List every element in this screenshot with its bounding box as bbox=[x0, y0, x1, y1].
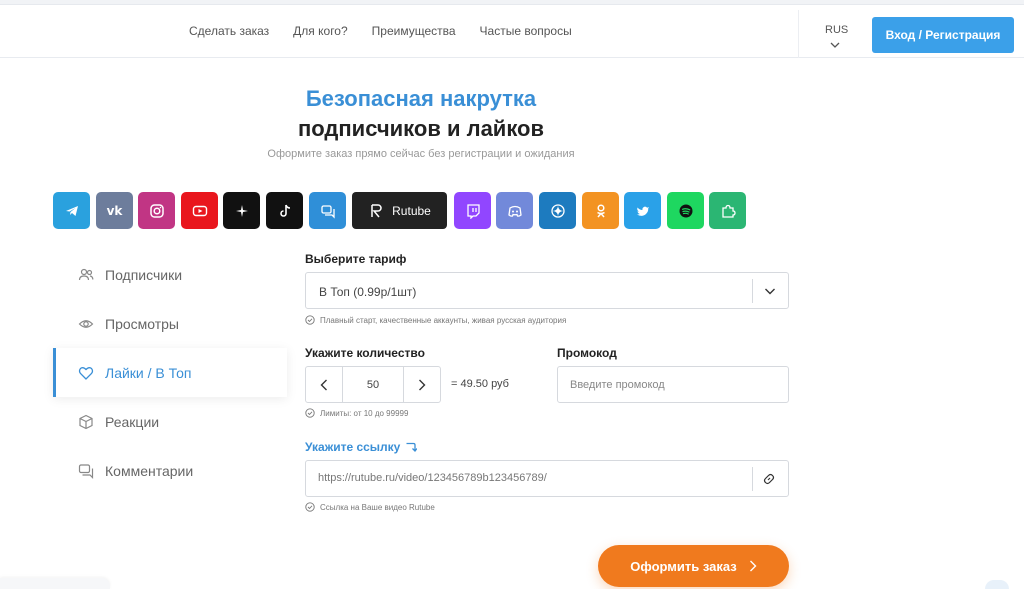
service-sidebar: Подписчики Просмотры Лайки / В Топ Реакц… bbox=[53, 250, 287, 495]
platform-rutube[interactable]: Rutube bbox=[352, 192, 447, 229]
discord-icon bbox=[507, 205, 522, 217]
quantity-hint-text: Лимиты: от 10 до 99999 bbox=[320, 408, 409, 418]
check-circle-icon bbox=[305, 408, 315, 418]
decrement-button[interactable] bbox=[306, 367, 343, 402]
platform-sparkle[interactable] bbox=[223, 192, 260, 229]
sidebar-item-label: Просмотры bbox=[105, 315, 179, 332]
promo-code-input[interactable] bbox=[557, 366, 789, 403]
submit-order-button[interactable]: Оформить заказ bbox=[598, 545, 789, 587]
link-input[interactable]: https://rutube.ru/video/123456789b123456… bbox=[305, 460, 789, 497]
telegram-icon bbox=[65, 205, 78, 216]
language-selector[interactable]: RUS bbox=[825, 24, 848, 36]
sidebar-item-label: Комментарии bbox=[105, 462, 194, 479]
total-price: = 49.50 руб bbox=[451, 378, 509, 390]
sparkle-icon bbox=[235, 204, 248, 217]
chevron-right-icon bbox=[419, 379, 426, 390]
eye-icon bbox=[78, 319, 94, 328]
header-divider bbox=[798, 10, 799, 58]
arrow-down-right-icon bbox=[406, 442, 417, 452]
users-icon bbox=[78, 268, 94, 280]
dzen-icon bbox=[550, 203, 565, 218]
platform-tiktok[interactable] bbox=[266, 192, 303, 229]
sidebar-item-likes[interactable]: Лайки / В Топ bbox=[53, 348, 287, 397]
sidebar-item-label: Подписчики bbox=[105, 266, 183, 283]
platform-telegram[interactable] bbox=[53, 192, 90, 229]
quantity-stepper bbox=[305, 366, 441, 403]
hero-title-line1: Безопасная накрутка bbox=[305, 86, 537, 111]
tariff-hint: Плавный старт, качественные аккаунты, жи… bbox=[305, 315, 566, 325]
link-hint: Ссылка на Ваше видео Rutube bbox=[305, 502, 435, 512]
sidebar-item-views[interactable]: Просмотры bbox=[53, 299, 287, 348]
tariff-hint-text: Плавный старт, качественные аккаунты, жи… bbox=[320, 315, 567, 325]
sidebar-item-reactions[interactable]: Реакции bbox=[53, 397, 287, 446]
select-divider bbox=[752, 279, 753, 303]
submit-order-label: Оформить заказ bbox=[630, 558, 737, 574]
promo-label: Промокод bbox=[557, 346, 617, 360]
sidebar-item-comments[interactable]: Комментарии bbox=[53, 446, 287, 495]
tariff-label: Выберите тариф bbox=[305, 252, 407, 266]
sidebar-item-label: Лайки / В Топ bbox=[105, 364, 192, 381]
nav-item-for-whom[interactable]: Для кого? bbox=[293, 24, 347, 38]
bottom-right-widget[interactable] bbox=[985, 580, 1009, 589]
platform-chat[interactable] bbox=[309, 192, 346, 229]
nav-item-advantages[interactable]: Преимущества bbox=[372, 24, 456, 38]
check-circle-icon bbox=[305, 502, 315, 512]
sidebar-item-subscribers[interactable]: Подписчики bbox=[53, 250, 287, 299]
hero-title-line2: подписчиков и лайков bbox=[297, 116, 545, 141]
quantity-hint: Лимиты: от 10 до 99999 bbox=[305, 408, 408, 418]
site-header: Сделать заказ Для кого? Преимущества Час… bbox=[0, 5, 1024, 58]
platform-dzen[interactable] bbox=[539, 192, 576, 229]
spotify-icon bbox=[679, 204, 692, 217]
tariff-select[interactable]: В Топ (0.99р/1шт) bbox=[305, 272, 789, 309]
link-icon bbox=[763, 473, 775, 485]
odnoklassniki-icon bbox=[596, 203, 605, 217]
platform-odnoklassniki[interactable] bbox=[582, 192, 619, 229]
link-input-value: https://rutube.ru/video/123456789b123456… bbox=[318, 472, 547, 484]
platform-rutube-label: Rutube bbox=[392, 203, 431, 218]
cube-icon bbox=[79, 414, 93, 429]
platform-youtube[interactable] bbox=[181, 192, 218, 229]
link-hint-text: Ссылка на Ваше видео Rutube bbox=[320, 502, 435, 512]
puzzle-icon bbox=[721, 204, 736, 218]
twitch-icon bbox=[466, 203, 480, 219]
vk-icon: vk bbox=[106, 203, 123, 218]
platform-twitter[interactable] bbox=[624, 192, 661, 229]
chevron-down-icon bbox=[765, 288, 775, 295]
link-label: Укажите ссылку bbox=[305, 440, 401, 454]
sidebar-item-label: Реакции bbox=[105, 413, 160, 430]
increment-button[interactable] bbox=[403, 367, 440, 402]
hero-subtitle: Оформите заказ прямо сейчас без регистра… bbox=[267, 148, 575, 160]
tiktok-icon bbox=[279, 204, 290, 217]
nav-item-order[interactable]: Сделать заказ bbox=[189, 24, 269, 38]
link-divider bbox=[752, 467, 753, 491]
twitter-icon bbox=[636, 206, 649, 216]
platform-vk[interactable]: vk bbox=[96, 192, 133, 229]
chevron-down-icon[interactable] bbox=[830, 40, 840, 50]
tariff-selected-value: В Топ (0.99р/1шт) bbox=[319, 285, 417, 299]
bottom-left-widget bbox=[0, 578, 110, 589]
platform-discord[interactable] bbox=[496, 192, 533, 229]
nav-item-faq[interactable]: Частые вопросы bbox=[480, 24, 572, 38]
platform-twitch[interactable] bbox=[454, 192, 491, 229]
chat-icon bbox=[320, 204, 335, 219]
platform-spotify[interactable] bbox=[667, 192, 704, 229]
platform-puzzle[interactable] bbox=[709, 192, 746, 229]
login-register-button[interactable]: Вход / Регистрация bbox=[872, 17, 1014, 53]
quantity-label: Укажите количество bbox=[305, 346, 425, 360]
instagram-icon bbox=[149, 203, 164, 218]
chevron-left-icon bbox=[320, 379, 327, 390]
quantity-input[interactable] bbox=[343, 367, 403, 402]
rutube-icon bbox=[371, 203, 382, 217]
check-circle-icon bbox=[305, 315, 315, 325]
comments-icon bbox=[78, 463, 94, 479]
youtube-icon bbox=[192, 205, 207, 216]
platform-instagram[interactable] bbox=[138, 192, 175, 229]
heart-icon bbox=[78, 366, 94, 380]
chevron-right-icon bbox=[749, 560, 757, 572]
main-nav: Сделать заказ Для кого? Преимущества Час… bbox=[189, 24, 596, 38]
